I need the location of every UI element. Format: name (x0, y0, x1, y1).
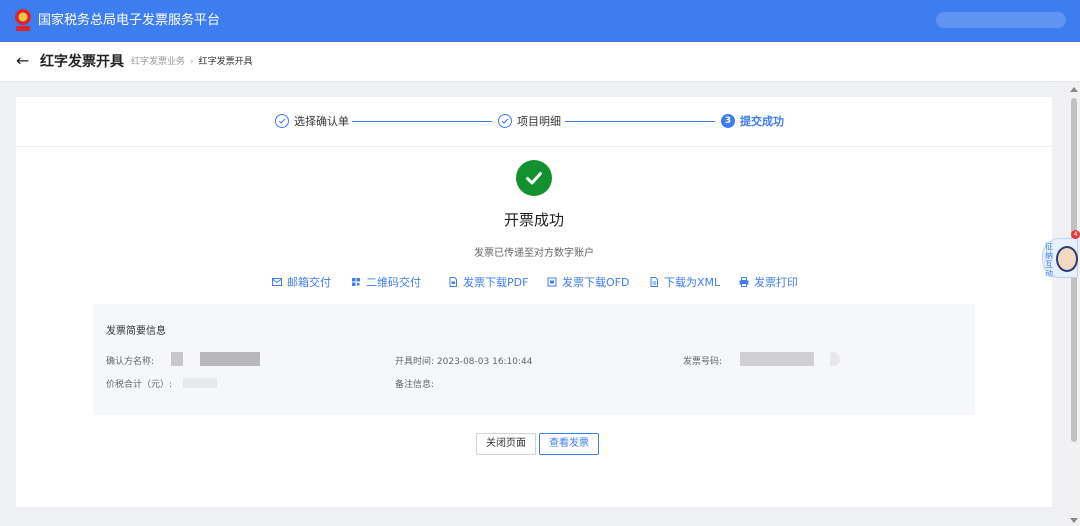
step-label: 提交成功 (740, 115, 784, 128)
download-pdf-link[interactable]: 发票下载PDF (447, 275, 528, 289)
buyer-name-redacted (200, 352, 260, 366)
close-page-button[interactable]: 关闭页面 (476, 433, 536, 455)
email-delivery-link[interactable]: 邮箱交付 (271, 275, 331, 289)
issue-time-field: 开具时间: 2023-08-03 16:10:44 (395, 356, 533, 368)
step-connector (565, 121, 715, 122)
check-circle-icon (498, 114, 512, 128)
check-circle-icon (275, 114, 289, 128)
step-submit-success: 3 提交成功 (721, 113, 784, 129)
action-label: 发票下载PDF (463, 276, 529, 289)
invoice-number-label: 发票号码: (683, 357, 723, 367)
download-xml-link[interactable]: 下载为XML (648, 275, 720, 289)
assistant-label: 征纳互动 (1045, 242, 1053, 278)
action-label: 下载为XML (664, 276, 721, 289)
success-check-icon (516, 160, 552, 196)
view-invoice-button[interactable]: 查看发票 (539, 433, 599, 455)
page-header: ← 红字发票开具 红字发票业务 › 红字发票开具 (0, 42, 1080, 82)
step-label: 选择确认单 (294, 115, 349, 128)
qrcode-icon (350, 277, 361, 288)
main-card: 选择确认单 项目明细 3 提交成功 开票成功 发票已传递至对方数字账户 邮箱交付… (16, 97, 1052, 507)
interaction-assistant-button[interactable]: 征纳互动 (1042, 238, 1078, 278)
xml-file-icon (648, 277, 659, 288)
action-label: 二维码交付 (366, 276, 421, 289)
invoice-summary-panel: 发票简要信息 确认方名称: 开具时间: 2023-08-03 16:10:44 … (93, 304, 975, 415)
print-invoice-link[interactable]: 发票打印 (738, 275, 798, 289)
tax-emblem-icon (15, 9, 31, 31)
step-item-details: 项目明细 (498, 113, 561, 129)
success-subtitle: 发票已传递至对方数字账户 (474, 248, 594, 259)
page-title: 红字发票开具 (40, 54, 124, 70)
issue-time-label: 开具时间: (395, 357, 435, 367)
remark-label: 备注信息: (395, 380, 435, 390)
buyer-name-redacted (171, 352, 183, 366)
summary-title: 发票简要信息 (106, 326, 166, 337)
action-label: 发票打印 (754, 276, 798, 289)
action-label: 发票下载OFD (562, 276, 630, 289)
step-select-confirmation: 选择确认单 (275, 113, 349, 129)
step-number-badge: 3 (721, 114, 735, 128)
scroll-down-arrow-icon[interactable] (1070, 518, 1078, 523)
page-scrollbar[interactable] (1068, 84, 1080, 526)
invoice-number-redacted (830, 352, 840, 366)
assistant-avatar-icon (1056, 246, 1078, 272)
printer-icon (738, 277, 749, 288)
breadcrumb-item-red-invoice-business[interactable]: 红字发票业务 (131, 57, 185, 67)
action-label: 邮箱交付 (287, 276, 331, 289)
notification-badge: 4 (1071, 230, 1080, 239)
user-info-area[interactable] (936, 12, 1066, 28)
ofd-file-icon (546, 277, 557, 288)
issue-time-value: 2023-08-03 16:10:44 (436, 357, 533, 367)
breadcrumb-item-current: 红字发票开具 (198, 57, 253, 67)
qrcode-delivery-link[interactable]: 二维码交付 (350, 275, 421, 289)
back-arrow-icon[interactable]: ← (16, 52, 29, 70)
invoice-number-redacted (740, 352, 814, 366)
pdf-file-icon (447, 277, 458, 288)
total-amount-label: 价税合计（元）: (106, 380, 173, 390)
mail-icon (271, 277, 282, 288)
breadcrumb-separator: › (190, 57, 194, 67)
breadcrumb: 红字发票业务 › 红字发票开具 (131, 56, 253, 68)
step-indicator: 选择确认单 项目明细 3 提交成功 (16, 97, 1052, 147)
buyer-name-label: 确认方名称: (106, 357, 155, 367)
step-label: 项目明细 (517, 115, 561, 128)
app-title: 国家税务总局电子发票服务平台 (38, 13, 221, 28)
top-bar: 国家税务总局电子发票服务平台 (0, 0, 1080, 42)
step-connector (352, 121, 492, 122)
success-title: 开票成功 (503, 211, 564, 229)
scroll-up-arrow-icon[interactable] (1070, 87, 1078, 92)
total-amount-redacted (183, 378, 217, 388)
download-ofd-link[interactable]: 发票下载OFD (546, 275, 629, 289)
